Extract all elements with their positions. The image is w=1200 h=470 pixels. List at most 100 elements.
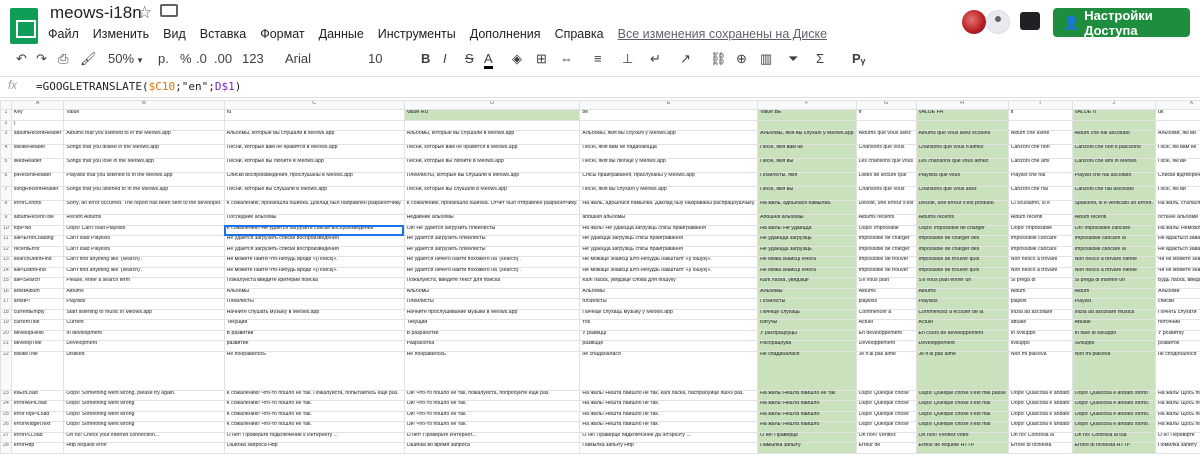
row-number[interactable]: 13 [0,256,12,268]
table-cell[interactable]: Songs that you dislike in the Meows.app [63,144,225,159]
table-cell[interactable]: Impossibile caricare la [1071,245,1157,257]
table-cell[interactable]: Альбомы [757,287,857,299]
table-cell[interactable]: it [1007,109,1073,121]
row-number[interactable]: 17 [0,298,12,310]
table-cell[interactable]: Ошибка во время запроса [403,442,581,454]
table-cell[interactable]: останні альбоми [1155,214,1200,226]
table-cell[interactable]: Recent Albums [63,214,225,226]
menu-item[interactable]: Инструменты [378,27,456,41]
table-cell[interactable]: На жаль! Щось пішло [1155,421,1200,433]
table-cell[interactable]: Oh no! Controlla la [1007,431,1073,443]
table-cell[interactable]: Не удается загрузить списки воспроизведе… [223,235,405,247]
table-cell[interactable]: Albums que vous avez écoutés [915,130,1009,145]
table-cell[interactable]: На жаль! Неможливо [1155,224,1200,236]
table-cell[interactable]: Albums [63,287,225,299]
table-cell[interactable]: Альбомы, которые вы слушали в Meows.app [403,130,581,145]
table-cell[interactable] [757,119,857,131]
table-cell[interactable]: В разработке [403,329,581,341]
table-cell[interactable]: Album [1007,287,1073,299]
table-cell[interactable]: uk [1155,109,1200,121]
table-cell[interactable]: Oops! Qualcosa è andato [1007,400,1073,412]
table-cell[interactable]: Development [63,340,225,352]
table-cell[interactable]: Распрацоўка [757,340,857,352]
table-cell[interactable]: VALUE IT [1071,109,1157,121]
table-cell[interactable]: Albums récents [855,214,917,226]
table-cell[interactable]: allPlSearch [10,277,65,289]
paint-format-icon[interactable]: 🖌 [80,51,97,67]
menu-item[interactable]: Файл [48,27,79,41]
table-cell[interactable]: Не удается ничего найти похожего на '{se… [403,256,581,268]
currency-format[interactable]: р. [158,51,169,66]
row-number[interactable]: 7 [0,186,12,201]
table-cell[interactable]: Oops! Can't load Playlists [63,224,225,236]
table-cell[interactable]: Oups! Impossible [855,224,917,236]
table-cell[interactable]: Si prega di inserire un [1071,277,1157,289]
table-cell[interactable]: О ні! Перевірте [1155,431,1200,443]
zoom-select[interactable]: 50% [108,51,134,66]
table-cell[interactable]: Value [63,109,225,121]
table-cell[interactable]: Chansons que vous [855,144,917,159]
table-cell[interactable]: Калі ласка, увядзіце [757,277,857,289]
table-cell[interactable]: playlist [1007,298,1073,310]
save-status-link[interactable]: Все изменения сохранены на Диске [618,27,827,41]
table-cell[interactable]: Listes de lecture que [855,172,917,187]
table-cell[interactable]: Oops! Something went wrong [63,410,225,422]
table-cell[interactable]: На жаль! Щось пішло не так [1155,389,1200,401]
column-header[interactable]: I [1007,100,1073,110]
table-cell[interactable]: Oops! Qualcosa è andato storto. [1071,410,1157,422]
table-cell[interactable]: Impossible de charger des [915,235,1009,247]
table-cell[interactable]: sviluppo [1007,340,1073,352]
table-cell[interactable]: artistPl [10,298,65,310]
table-cell[interactable]: Пісні, які вам не [1155,144,1200,159]
table-cell[interactable]: Oh non! Vérifiez [855,431,917,443]
table-cell[interactable]: Не можаце знайсці што-небудзь накшталт «… [579,266,759,278]
table-cell[interactable]: Albums [915,287,1009,299]
table-cell[interactable]: Album [1071,287,1157,299]
table-cell[interactable]: Can't load Playlists [63,245,225,257]
table-cell[interactable]: Playlist che hai ascoltato [1071,172,1157,187]
table-cell[interactable]: Начните прослушивание музыки в Meows.app [403,308,581,320]
table-cell[interactable]: Альбомы, якія вы слухалі ў Meows.app [579,130,759,145]
table-cell[interactable]: allPlDidntFind [10,266,65,278]
row-number[interactable]: 21 [0,340,12,352]
text-color-icon[interactable]: A [484,51,493,69]
table-cell[interactable]: allPlErrorLoading [10,235,65,247]
table-cell[interactable]: Album recenti [1071,214,1157,226]
row-number[interactable]: 27 [0,431,12,443]
table-cell[interactable]: Oups! Quelque chose s'est mal [915,421,1009,433]
column-header[interactable]: J [1071,100,1157,110]
table-cell[interactable]: recentError [10,245,65,257]
table-cell[interactable]: Песні, якія вы [757,186,857,201]
table-cell[interactable]: Ой! Не удается загрузить плейлисты [403,224,581,236]
table-cell[interactable]: currentEmpty [10,308,65,320]
table-cell[interactable]: In fase di sviluppo [1071,329,1157,341]
table-cell[interactable]: Песні, якія вам не падабаюцца [579,144,759,159]
redo-icon[interactable]: ↷ [36,51,47,67]
table-cell[interactable]: Errore di richiesta [1007,442,1073,454]
table-cell[interactable]: Песни, которые вы любите в Meows.app [403,158,581,173]
table-cell[interactable]: Canzoni che ami [1007,158,1073,173]
table-cell[interactable]: errorControl [10,200,65,215]
table-cell[interactable]: Can't find anything like '{search}'. [63,266,225,278]
table-cell[interactable]: Can't load Playlists [63,235,225,247]
column-header[interactable]: K [1155,100,1200,110]
table-cell[interactable]: Oh! Impossibile caricare [1071,224,1157,236]
table-cell[interactable]: К сожалению! Что-то пошло не так. [223,410,405,422]
table-cell[interactable]: На жаль, сталася [1155,200,1200,215]
table-cell[interactable]: Non mi piaceva [1071,350,1157,391]
table-cell[interactable]: Oops! Qualcosa è andato storto [1071,389,1157,401]
table-cell[interactable]: Ой! Что-то пошло не так. [403,400,581,412]
insert-comment-icon[interactable]: ⊕ [736,51,747,67]
table-cell[interactable]: Альбоми, які ви [1155,130,1200,145]
row-number[interactable]: 20 [0,329,12,341]
table-cell[interactable]: Playlists [915,298,1009,310]
table-cell[interactable]: поточний [1155,319,1200,331]
table-cell[interactable]: К сожалению! Что-то пошло не так. [223,421,405,433]
decrease-decimals[interactable]: .0 [196,51,207,66]
table-cell[interactable]: На жаль! Нешта пайшло [757,421,857,433]
row-number[interactable]: 16 [0,287,12,299]
table-cell[interactable]: Oh non! Vérifiez votre [915,431,1009,443]
table-cell[interactable]: О не! Праверце падключэнне да Інтэрнэту … [579,431,759,443]
table-cell[interactable]: не сподобалося [1155,350,1200,391]
table-cell[interactable]: На жаль! Нешта пайшло не так, калі ласка… [579,389,759,401]
